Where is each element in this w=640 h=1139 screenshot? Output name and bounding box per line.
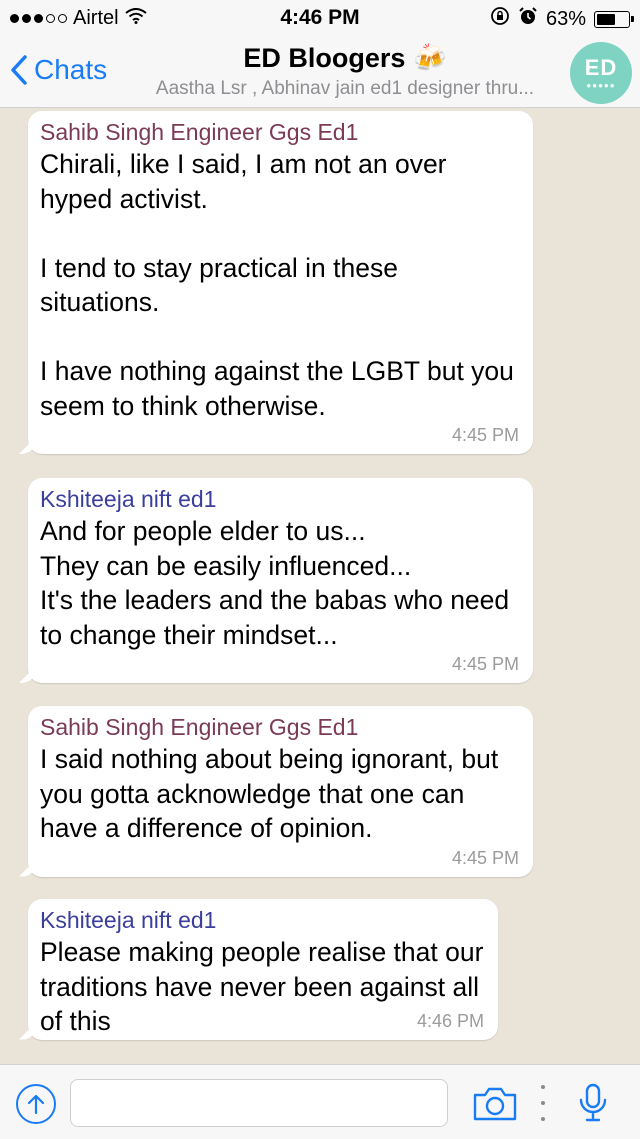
message-time: 4:45 PM bbox=[451, 847, 519, 868]
message-list[interactable]: Sahib Singh Engineer Ggs Ed1 Chirali, li… bbox=[0, 109, 640, 1064]
message-sender: Sahib Singh Engineer Ggs Ed1 bbox=[40, 119, 359, 145]
message-bubble[interactable]: Kshiteeja nift ed1 And for people elder … bbox=[28, 478, 533, 683]
group-info[interactable]: ED Bloogers 🍻 Aastha Lsr , Abhinav jain … bbox=[130, 42, 560, 100]
message-time: 4:45 PM bbox=[451, 425, 519, 445]
message-input[interactable] bbox=[70, 1079, 448, 1127]
composer-bar bbox=[0, 1064, 640, 1139]
microphone-button[interactable] bbox=[578, 1083, 608, 1128]
more-icon[interactable] bbox=[538, 1085, 548, 1121]
chat-header: Chats ED Bloogers 🍻 Aastha Lsr , Abhinav… bbox=[0, 36, 640, 108]
status-bar: Airtel 4:46 PM 63% bbox=[0, 0, 640, 36]
message-bubble[interactable]: Sahib Singh Engineer Ggs Ed1 Chirali, li… bbox=[28, 111, 533, 454]
status-right: 63% bbox=[490, 6, 634, 32]
group-avatar[interactable]: ED ●●●●● bbox=[570, 42, 632, 104]
message-sender: Sahib Singh Engineer Ggs Ed1 bbox=[40, 714, 359, 740]
alarm-icon bbox=[518, 6, 538, 32]
back-button[interactable]: Chats bbox=[10, 54, 107, 86]
message-text: And for people elder to us... They can b… bbox=[40, 516, 510, 650]
upload-icon bbox=[27, 1094, 45, 1115]
attach-button[interactable] bbox=[16, 1084, 56, 1124]
battery-percent: 63% bbox=[545, 7, 586, 30]
avatar-dots: ●●●●● bbox=[586, 80, 616, 90]
message-text: Chirali, like I said, I am not an over h… bbox=[40, 149, 514, 421]
message-bubble[interactable]: Kshiteeja nift ed1 Please making people … bbox=[28, 899, 498, 1040]
message-sender: Kshiteeja nift ed1 bbox=[40, 907, 217, 933]
orientation-lock-icon bbox=[490, 6, 510, 32]
message-bubble[interactable]: Sahib Singh Engineer Ggs Ed1 I said noth… bbox=[28, 706, 533, 877]
back-button-label: Chats bbox=[34, 54, 108, 85]
message-text: I said nothing about being ignorant, but… bbox=[40, 744, 506, 843]
avatar-text: ED bbox=[584, 54, 618, 80]
camera-icon bbox=[473, 1087, 517, 1121]
group-title: ED Bloogers 🍻 bbox=[243, 43, 447, 73]
battery-icon bbox=[594, 10, 634, 28]
message-sender: Kshiteeja nift ed1 bbox=[40, 486, 217, 512]
message-time: 4:45 PM bbox=[451, 654, 519, 674]
microphone-icon bbox=[579, 1083, 607, 1122]
back-chevron-icon bbox=[11, 55, 27, 85]
camera-button[interactable] bbox=[472, 1087, 518, 1126]
group-members: Aastha Lsr , Abhinav jain ed1 designer t… bbox=[155, 78, 535, 99]
